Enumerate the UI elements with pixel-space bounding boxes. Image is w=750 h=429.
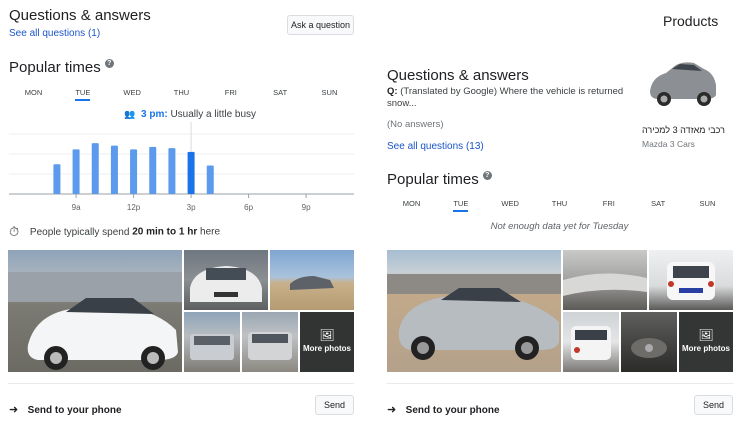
product-image <box>646 55 718 111</box>
qa-title: Questions & answers <box>387 67 529 84</box>
question-text: Q: (Translated by Google) Where the vehi… <box>387 86 637 110</box>
no-data-message: Not enough data yet for Tuesday <box>490 221 629 232</box>
day-tab-wed[interactable]: WED <box>486 199 535 208</box>
x-tick-label: 6p <box>244 203 253 212</box>
send-to-phone-icon: ➜ <box>9 404 19 416</box>
photo-jeep[interactable] <box>184 312 240 372</box>
info-icon[interactable]: ? <box>482 171 492 180</box>
send-to-phone-label: Send to your phone <box>27 405 122 416</box>
product-card[interactable]: רכבי מאזדה 3 למכירה Mazda 3 Cars <box>642 55 740 155</box>
send-to-phone[interactable]: ➜ Send to your phone <box>9 400 122 418</box>
popular-times-label: Popular times <box>9 59 101 76</box>
day-tab-fri[interactable]: FRI <box>206 88 255 97</box>
day-tab-tue[interactable]: TUE <box>58 88 107 101</box>
photo-car-front[interactable] <box>184 250 268 310</box>
qa-title: Questions & answers <box>9 7 151 24</box>
see-all-questions-link[interactable]: See all questions (1) <box>9 28 100 39</box>
chart-bar[interactable] <box>168 148 176 194</box>
day-tab-tue[interactable]: TUE <box>436 199 485 212</box>
more-photos-button[interactable]: 🖼 More photos <box>679 312 733 372</box>
divider <box>387 383 733 384</box>
send-button[interactable]: Send <box>315 395 354 415</box>
visit-duration-value: 20 min to 1 hr <box>132 226 198 238</box>
popular-times-chart: 9a 12p 3p 6p 9p <box>9 122 354 212</box>
no-answers: (No answers) <box>387 119 444 130</box>
chart-bar[interactable] <box>206 165 214 194</box>
info-icon[interactable]: ? <box>104 59 114 68</box>
photo-icon: 🖼 <box>319 328 335 342</box>
popular-times-label: Popular times <box>387 171 479 188</box>
day-tabs: MON TUE WED THU FRI SAT SUN <box>9 88 354 101</box>
day-tab-mon[interactable]: MON <box>387 199 436 208</box>
more-photos-button[interactable]: 🖼 More photos <box>300 312 354 372</box>
popular-times-title: Popular times? <box>387 171 492 188</box>
timer-icon: ⏱ <box>9 224 20 239</box>
product-subtitle: Mazda 3 Cars <box>642 139 695 149</box>
chart-bar[interactable] <box>53 164 61 194</box>
more-photos-label: More photos <box>303 344 351 353</box>
day-tab-sat[interactable]: SAT <box>634 199 683 208</box>
day-tab-wed[interactable]: WED <box>108 88 157 97</box>
photo-red-white-car[interactable] <box>563 312 619 372</box>
see-all-questions-link[interactable]: See all questions (13) <box>387 141 484 152</box>
people-icon: 👥 <box>124 109 136 119</box>
day-tab-sun[interactable]: SUN <box>683 199 732 208</box>
send-to-phone-label: Send to your phone <box>405 405 500 416</box>
x-tick-label: 9a <box>72 203 81 212</box>
photo-white-sedan[interactable] <box>8 250 182 372</box>
left-panel: Questions & answers See all questions (1… <box>0 0 360 429</box>
more-photos-label: More photos <box>682 344 730 353</box>
product-name: רכבי מאזדה 3 למכירה <box>642 125 725 135</box>
chart-bar[interactable] <box>187 151 195 194</box>
chart-bar[interactable] <box>91 143 99 194</box>
chart-bar[interactable] <box>72 149 80 194</box>
question-body: (Translated by Google) Where the vehicle… <box>387 86 624 109</box>
tooltip-time: 3 pm: <box>141 109 168 120</box>
photo-white-hatch[interactable] <box>649 250 733 310</box>
busy-tooltip: 👥 3 pm: Usually a little busy <box>124 109 256 120</box>
photo-interior[interactable] <box>621 312 677 372</box>
products-title: Products <box>663 13 719 29</box>
tooltip-text: Usually a little busy <box>170 109 257 120</box>
right-panel: Products Questions & answers Q: (Transla… <box>370 0 750 429</box>
day-tabs: MON TUE WED THU FRI SAT SUN <box>387 199 732 212</box>
chart-bar[interactable] <box>110 145 118 194</box>
day-tab-sun[interactable]: SUN <box>305 88 354 97</box>
photo-icon: 🖼 <box>698 328 714 342</box>
divider <box>8 383 354 384</box>
send-to-phone-icon: ➜ <box>387 404 397 416</box>
ask-question-button[interactable]: Ask a question <box>287 15 354 35</box>
day-tab-thu[interactable]: THU <box>535 199 584 208</box>
visit-suffix: here <box>200 226 221 238</box>
popular-times-title: Popular times? <box>9 59 114 76</box>
x-tick-label: 3p <box>187 203 196 212</box>
day-tab-mon[interactable]: MON <box>9 88 58 97</box>
visit-duration: ⏱ People typically spend 20 min to 1 hr … <box>9 224 220 240</box>
send-to-phone[interactable]: ➜ Send to your phone <box>387 400 500 418</box>
question-prefix: Q: <box>387 86 398 97</box>
photo-silver-sedan[interactable] <box>387 250 561 372</box>
send-button[interactable]: Send <box>694 395 733 415</box>
photo-bumper[interactable] <box>563 250 647 310</box>
x-tick-label: 9p <box>302 203 311 212</box>
photo-desert-car[interactable] <box>270 250 354 310</box>
visit-prefix: People typically spend <box>29 226 130 238</box>
x-tick-label: 12p <box>127 203 141 212</box>
photo-suv[interactable] <box>242 312 298 372</box>
chart-bar[interactable] <box>130 149 138 194</box>
day-tab-sat[interactable]: SAT <box>256 88 305 97</box>
day-tab-fri[interactable]: FRI <box>584 199 633 208</box>
chart-bar[interactable] <box>149 146 157 194</box>
day-tab-thu[interactable]: THU <box>157 88 206 97</box>
